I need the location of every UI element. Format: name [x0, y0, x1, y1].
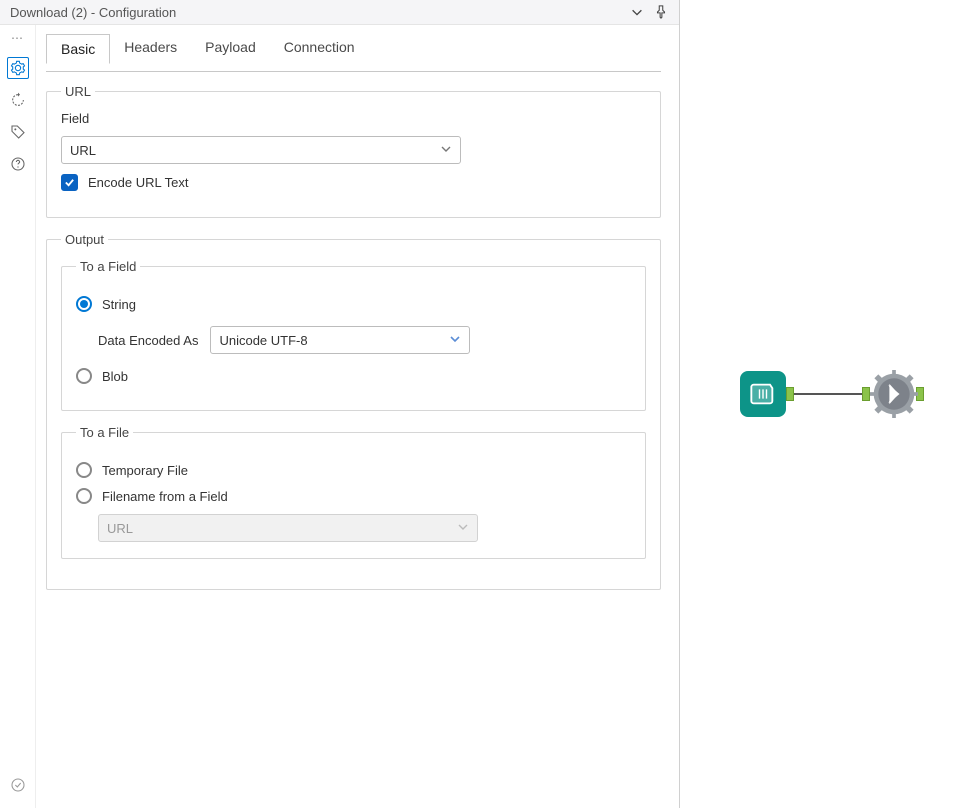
chevron-down-icon: [449, 333, 461, 348]
output-group: Output To a Field String Data Encoded As…: [46, 232, 661, 590]
configuration-panel: Download (2) - Configuration ⋯: [0, 0, 680, 808]
left-toolbar: ⋯: [0, 25, 36, 808]
chevron-down-icon: [440, 143, 452, 158]
refresh-icon[interactable]: [7, 89, 29, 111]
settings-icon[interactable]: [7, 57, 29, 79]
blob-label: Blob: [102, 369, 128, 384]
to-field-group: To a Field String Data Encoded As Unicod…: [61, 259, 646, 411]
encode-url-checkbox[interactable]: [61, 174, 78, 191]
tag-icon[interactable]: [7, 121, 29, 143]
more-icon[interactable]: ⋯: [11, 31, 24, 47]
workflow-canvas[interactable]: [680, 0, 957, 808]
check-status-icon[interactable]: [7, 774, 29, 796]
filename-field-label: Filename from a Field: [102, 489, 228, 504]
download-tool-node[interactable]: [870, 370, 918, 418]
url-field-value: URL: [70, 143, 96, 158]
temp-file-label: Temporary File: [102, 463, 188, 478]
to-field-legend: To a Field: [76, 259, 140, 274]
tab-bar: Basic Headers Payload Connection: [46, 33, 661, 64]
encode-url-label: Encode URL Text: [88, 175, 188, 190]
url-legend: URL: [61, 84, 95, 99]
input-anchor[interactable]: [862, 387, 870, 401]
panel-title: Download (2) - Configuration: [10, 5, 629, 20]
output-legend: Output: [61, 232, 108, 247]
filename-field-radio[interactable]: [76, 488, 92, 504]
string-radio[interactable]: [76, 296, 92, 312]
url-group: URL Field URL Encode URL Text: [46, 84, 661, 218]
output-anchor[interactable]: [786, 387, 794, 401]
collapse-icon[interactable]: [629, 4, 645, 20]
pin-icon[interactable]: [653, 4, 669, 20]
input-tool-node[interactable]: [740, 371, 786, 417]
filename-field-value: URL: [107, 521, 133, 536]
config-content: Basic Headers Payload Connection URL Fie…: [36, 25, 679, 808]
connection-wire[interactable]: [794, 393, 862, 395]
to-file-group: To a File Temporary File Filename from a…: [61, 425, 646, 559]
url-field-select[interactable]: URL: [61, 136, 461, 164]
tab-connection[interactable]: Connection: [270, 33, 369, 63]
encoding-select[interactable]: Unicode UTF-8: [210, 326, 470, 354]
string-label: String: [102, 297, 136, 312]
temp-file-radio[interactable]: [76, 462, 92, 478]
encoding-value: Unicode UTF-8: [219, 333, 307, 348]
to-file-legend: To a File: [76, 425, 133, 440]
tab-basic[interactable]: Basic: [46, 34, 110, 64]
blob-radio[interactable]: [76, 368, 92, 384]
tab-payload[interactable]: Payload: [191, 33, 270, 63]
url-field-label: Field: [61, 111, 646, 126]
filename-field-select: URL: [98, 514, 478, 542]
help-icon[interactable]: [7, 153, 29, 175]
workflow-nodes: [740, 370, 924, 418]
chevron-down-icon: [457, 521, 469, 536]
titlebar: Download (2) - Configuration: [0, 0, 679, 25]
encoded-as-label: Data Encoded As: [98, 333, 198, 348]
tab-headers[interactable]: Headers: [110, 33, 191, 63]
